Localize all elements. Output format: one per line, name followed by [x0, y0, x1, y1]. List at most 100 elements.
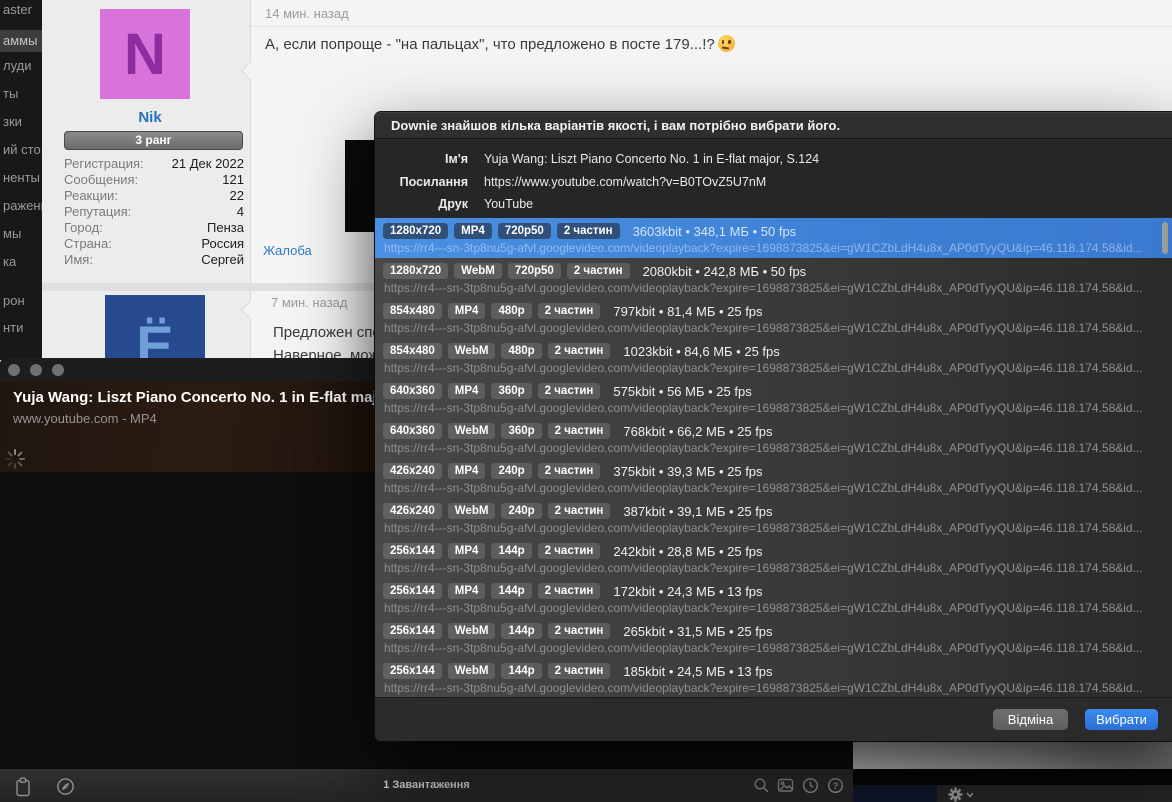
video-source-value: YouTube [484, 197, 534, 211]
avatar[interactable]: N [100, 9, 190, 99]
quality-option-row[interactable]: 1280x720 WebM 720p50 2 частин 2080kbit • 242… [375, 258, 1172, 298]
chevron-down-icon [966, 792, 974, 798]
bitrate-size-fps-label: 265kbit • 31,5 МБ • 25 fps [623, 623, 773, 639]
select-button[interactable]: Вибрати [1085, 709, 1158, 730]
quality-option-row[interactable]: 640x360 MP4 360p 2 частин 575kbit • 56 МБ • … [375, 378, 1172, 418]
bitrate-size-fps-label: 172kbit • 24,3 МБ • 13 fps [613, 583, 763, 599]
clock-icon[interactable] [802, 777, 819, 794]
profile-stat-row: Сообщения: 121 [64, 172, 244, 188]
quality-option-row[interactable]: 640x360 WebM 360p 2 частин 768kbit • 66,2 МБ… [375, 418, 1172, 458]
sidebar-item[interactable]: ты [3, 86, 42, 101]
stream-url-label: https://rr4---sn-3tp8nu5g-afvl.googlevid… [384, 681, 1143, 695]
quality-option-row[interactable]: 426x240 MP4 240p 2 частин 375kbit • 39,3 МБ … [375, 458, 1172, 498]
zoom-window-button[interactable] [52, 364, 64, 376]
sidebar-item[interactable]: ражени [3, 198, 42, 213]
stream-url-label: https://rr4---sn-3tp8nu5g-afvl.googlevid… [384, 521, 1143, 535]
gear-icon [948, 787, 963, 802]
post-message: А, если попроще - "на пальцах", что пред… [265, 35, 735, 53]
profile-stat-row: Город: Пенза [64, 220, 244, 236]
quality-badge: 480p [501, 343, 542, 359]
username-link[interactable]: Nik [56, 109, 244, 126]
minimize-window-button[interactable] [30, 364, 42, 376]
parts-badge: 2 частин [537, 303, 601, 319]
background-window-fragment [853, 742, 1172, 802]
parts-badge: 2 частин [537, 543, 601, 559]
bitrate-size-fps-label: 575kbit • 56 МБ • 25 fps [613, 383, 752, 399]
dialog-titlebar: Downie знайшов кілька варіантів якості, … [375, 112, 1172, 139]
close-window-button[interactable] [8, 364, 20, 376]
scrollbar-thumb[interactable] [1162, 222, 1168, 254]
screen: aster аммы луди ты зки ий сто. ненты ражени мы ка… [0, 0, 1172, 802]
resolution-badge: 640x360 [383, 423, 442, 439]
parts-badge: 2 частин [547, 663, 611, 679]
sidebar-item[interactable]: aster [3, 2, 42, 17]
parts-badge: 2 частин [547, 343, 611, 359]
profile-stat-row: Имя: Сергей [64, 252, 244, 268]
download-item-subtitle: www.youtube.com - MP4 [13, 411, 157, 426]
stat-label: Страна: [64, 236, 112, 251]
stat-label: Сообщения: [64, 172, 139, 187]
bitrate-size-fps-label: 387kbit • 39,1 МБ • 25 fps [623, 503, 773, 519]
stream-url-label: https://rr4---sn-3tp8nu5g-afvl.googlevid… [384, 281, 1143, 295]
parts-badge: 2 частин [547, 623, 611, 639]
dialog-info-section: Ім'я Yuja Wang: Liszt Piano Concerto No.… [375, 140, 1172, 217]
format-badge: MP4 [447, 583, 486, 599]
field-label: Ім'я [445, 152, 468, 166]
sidebar-item[interactable]: мы [3, 226, 42, 241]
quality-badge: 144p [491, 543, 532, 559]
quality-option-row[interactable]: 426x240 WebM 240p 2 частин 387kbit • 39,1 МБ… [375, 498, 1172, 538]
sidebar-item[interactable]: ий сто. [3, 142, 42, 157]
sidebar-item[interactable]: луди [3, 58, 42, 73]
quality-badge: 720p50 [507, 263, 561, 279]
sidebar-item[interactable]: рон [3, 293, 42, 308]
cancel-button[interactable]: Відміна [993, 709, 1068, 730]
quality-option-row[interactable]: 854x480 WebM 480p 2 частин 1023kbit • 84,6 М… [375, 338, 1172, 378]
parts-badge: 2 частин [537, 583, 601, 599]
quality-option-row[interactable]: 256x144 MP4 144p 2 частин 172kbit • 24,3 МБ … [375, 578, 1172, 618]
image-icon[interactable] [777, 777, 795, 794]
bitrate-size-fps-label: 375kbit • 39,3 МБ • 25 fps [613, 463, 763, 479]
downie-statusbar: 1 Завантаження ? [0, 768, 853, 802]
quality-badge: 720p50 [497, 223, 551, 239]
report-link[interactable]: Жалоба [263, 243, 312, 258]
quality-badge: 144p [501, 663, 542, 679]
format-badge: MP4 [447, 303, 486, 319]
quality-option-row[interactable]: 256x144 WebM 144p 2 частин 265kbit • 31,5 МБ… [375, 618, 1172, 658]
stat-value: Пенза [207, 220, 244, 235]
sidebar-item[interactable]: аммы [0, 30, 42, 52]
sidebar-item[interactable]: нти [3, 320, 42, 335]
quality-option-row[interactable]: 256x144 MP4 144p 2 частин 242kbit • 28,8 МБ … [375, 538, 1172, 578]
sidebar-item[interactable]: ненты [3, 170, 42, 185]
stat-value: 22 [229, 188, 244, 203]
stream-url-label: https://rr4---sn-3tp8nu5g-afvl.googlevid… [384, 361, 1143, 375]
stat-label: Город: [64, 220, 103, 235]
help-icon[interactable]: ? [827, 777, 844, 794]
parts-badge: 2 частин [547, 423, 611, 439]
quality-badge: 480p [491, 303, 532, 319]
quality-badge: 360p [491, 383, 532, 399]
stat-label: Имя: [64, 252, 93, 267]
profile-stat-row: Репутация: 4 [64, 204, 244, 220]
video-link-value[interactable]: https://www.youtube.com/watch?v=B0TOvZ5U… [484, 175, 766, 189]
quality-badge: 240p [491, 463, 532, 479]
quality-option-row[interactable]: 1280x720 MP4 720p50 2 частин 3603kbit • 348,… [375, 218, 1172, 258]
forum-sidebar: aster аммы луди ты зки ий сто. ненты ражени мы ка… [0, 0, 42, 360]
stat-value: Россия [201, 236, 244, 251]
bitrate-size-fps-label: 768kbit • 66,2 МБ • 25 fps [623, 423, 773, 439]
stat-value: 4 [236, 204, 244, 219]
sidebar-item[interactable]: ка [3, 254, 42, 269]
resolution-badge: 256x144 [383, 543, 442, 559]
stat-label: Регистрация: [64, 156, 144, 171]
search-icon[interactable] [753, 777, 770, 794]
format-badge: WebM [447, 623, 496, 639]
profile-stat-row: Страна: Россия [64, 236, 244, 252]
quality-option-row[interactable]: 854x480 MP4 480p 2 частин 797kbit • 81,4 МБ … [375, 298, 1172, 338]
sidebar-item[interactable]: зки [3, 114, 42, 129]
resolution-badge: 256x144 [383, 583, 442, 599]
format-badge: WebM [447, 663, 496, 679]
post-message-line: Предложен спо [273, 324, 381, 341]
parts-badge: 2 частин [566, 263, 630, 279]
quality-list: 1280x720 MP4 720p50 2 частин 3603kbit • 348,… [375, 218, 1172, 698]
settings-dropdown[interactable] [948, 787, 974, 802]
quality-option-row[interactable]: 256x144 WebM 144p 2 частин 185kbit • 24,5 МБ… [375, 658, 1172, 698]
